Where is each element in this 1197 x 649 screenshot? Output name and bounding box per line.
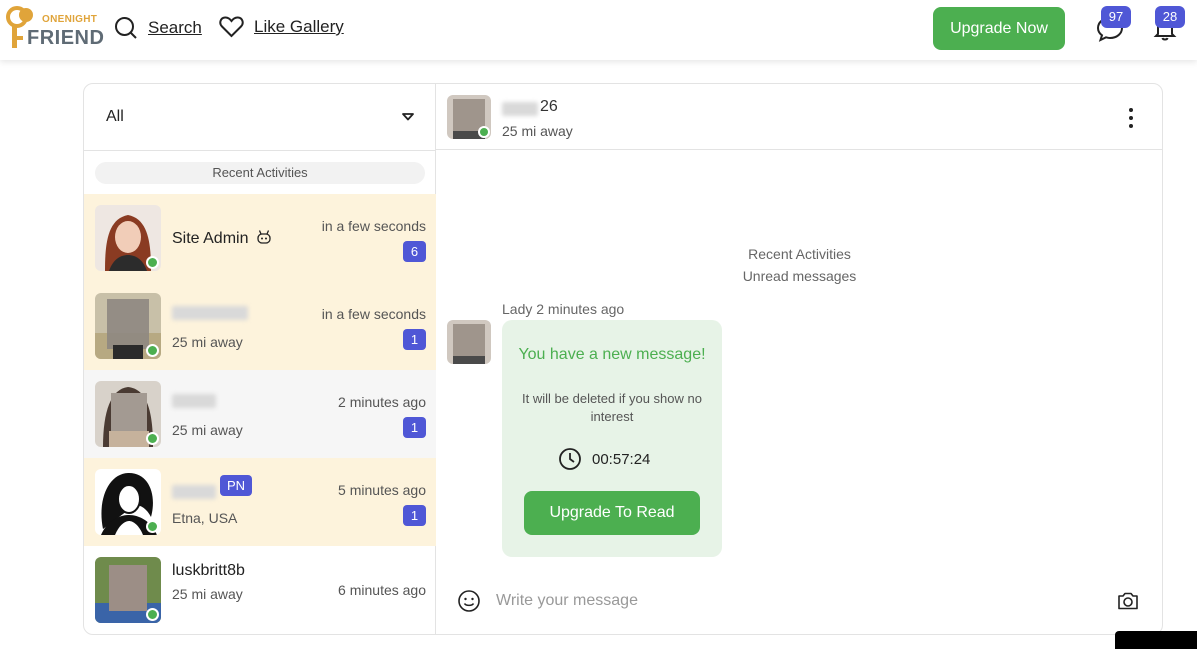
unread-count-badge: 1 [403,329,426,350]
caret-down-icon [402,113,414,121]
message-sender-avatar [447,320,491,364]
corner-overlay [1115,631,1197,649]
online-status-dot [146,256,159,269]
online-status-dot [146,608,159,621]
message-meta: Lady 2 minutes ago [502,301,625,317]
conversation-item[interactable]: PN Etna, USA 5 minutes ago 1 [84,458,436,546]
conversation-list: All Recent Activities Site Admin in a fe… [84,84,436,634]
conversation-time: in a few seconds [321,306,426,322]
hidden-username [172,306,248,320]
hidden-username [172,485,216,499]
online-status-dot [478,126,490,138]
heart-icon [219,16,244,38]
conversation-time: in a few seconds [321,218,426,234]
conversation-filter-select[interactable]: All [84,84,436,151]
conversation-item[interactable]: 25 mi away 2 minutes ago 1 [84,370,436,458]
unread-messages-divider: Unread messages [742,268,857,284]
camera-icon[interactable] [1116,589,1140,613]
unread-count-badge: 1 [403,417,426,438]
conversation-time: 2 minutes ago [338,394,426,410]
chat-partner-age: 26 [540,98,558,115]
chat-partner-distance: 25 mi away [502,123,573,139]
locked-message-title: You have a new message! [518,346,706,363]
clock-icon [559,448,581,470]
conversation-distance: 25 mi away [172,422,243,438]
upgrade-now-button[interactable]: Upgrade Now [933,7,1065,50]
messaging-panel: All Recent Activities Site Admin in a fe… [83,83,1163,635]
locked-message-card: You have a new message! It will be delet… [502,320,722,557]
conversation-distance: 25 mi away [172,586,243,602]
site-logo[interactable]: ONENIGHT FRIEND [4,6,104,52]
logo-text-top: ONENIGHT [42,14,98,25]
search-link[interactable]: Search [114,16,202,40]
unread-count-badge: 6 [403,241,426,262]
online-status-dot [146,432,159,445]
logo-text-bottom: FRIEND [27,27,105,49]
conversation-name: luskbritt8b [172,562,245,579]
notifications-count-badge: 28 [1155,6,1185,28]
like-gallery-link[interactable]: Like Gallery [219,16,344,38]
message-input[interactable] [496,584,1096,618]
hidden-username [172,394,216,408]
conversation-time: 5 minutes ago [338,482,426,498]
online-status-dot [146,520,159,533]
emoji-icon[interactable] [457,589,481,613]
more-options-icon[interactable] [1121,106,1141,130]
recent-activities-label: Recent Activities [95,162,425,184]
conversation-item[interactable]: 25 mi away in a few seconds 1 [84,282,436,370]
top-bar: ONENIGHT FRIEND Search Like Gallery Upgr… [0,0,1197,60]
conversation-time: 6 minutes ago [338,582,426,598]
filter-value: All [106,108,124,125]
search-icon [115,17,137,39]
message-composer [436,576,1162,626]
messages-count-badge: 97 [1101,6,1131,28]
expiry-timer: 00:57:24 [558,447,650,471]
conversation-item[interactable]: luskbritt8b 25 mi away 6 minutes ago [84,546,436,634]
chat-panel: 26 25 mi away Recent Activities Unread m… [436,84,1162,634]
search-link-label: Search [148,18,202,37]
robot-icon [257,230,271,244]
timer-value: 00:57:24 [592,450,651,468]
online-status-dot [146,344,159,357]
pn-badge: PN [220,475,253,496]
conversation-location: Etna, USA [172,510,238,526]
hidden-username [502,102,538,116]
chat-header: 26 25 mi away [436,84,1162,150]
unread-count-badge: 1 [403,505,426,526]
like-gallery-label: Like Gallery [254,17,344,36]
conversation-item-site-admin[interactable]: Site Admin in a few seconds 6 [84,194,436,282]
upgrade-to-read-button[interactable]: Upgrade To Read [524,491,700,535]
conversation-distance: 25 mi away [172,334,243,350]
locked-message-text: It will be deleted if you show no intere… [522,391,702,424]
recent-activities-divider: Recent Activities [748,246,851,262]
conversation-name: Site Admin [172,230,249,247]
